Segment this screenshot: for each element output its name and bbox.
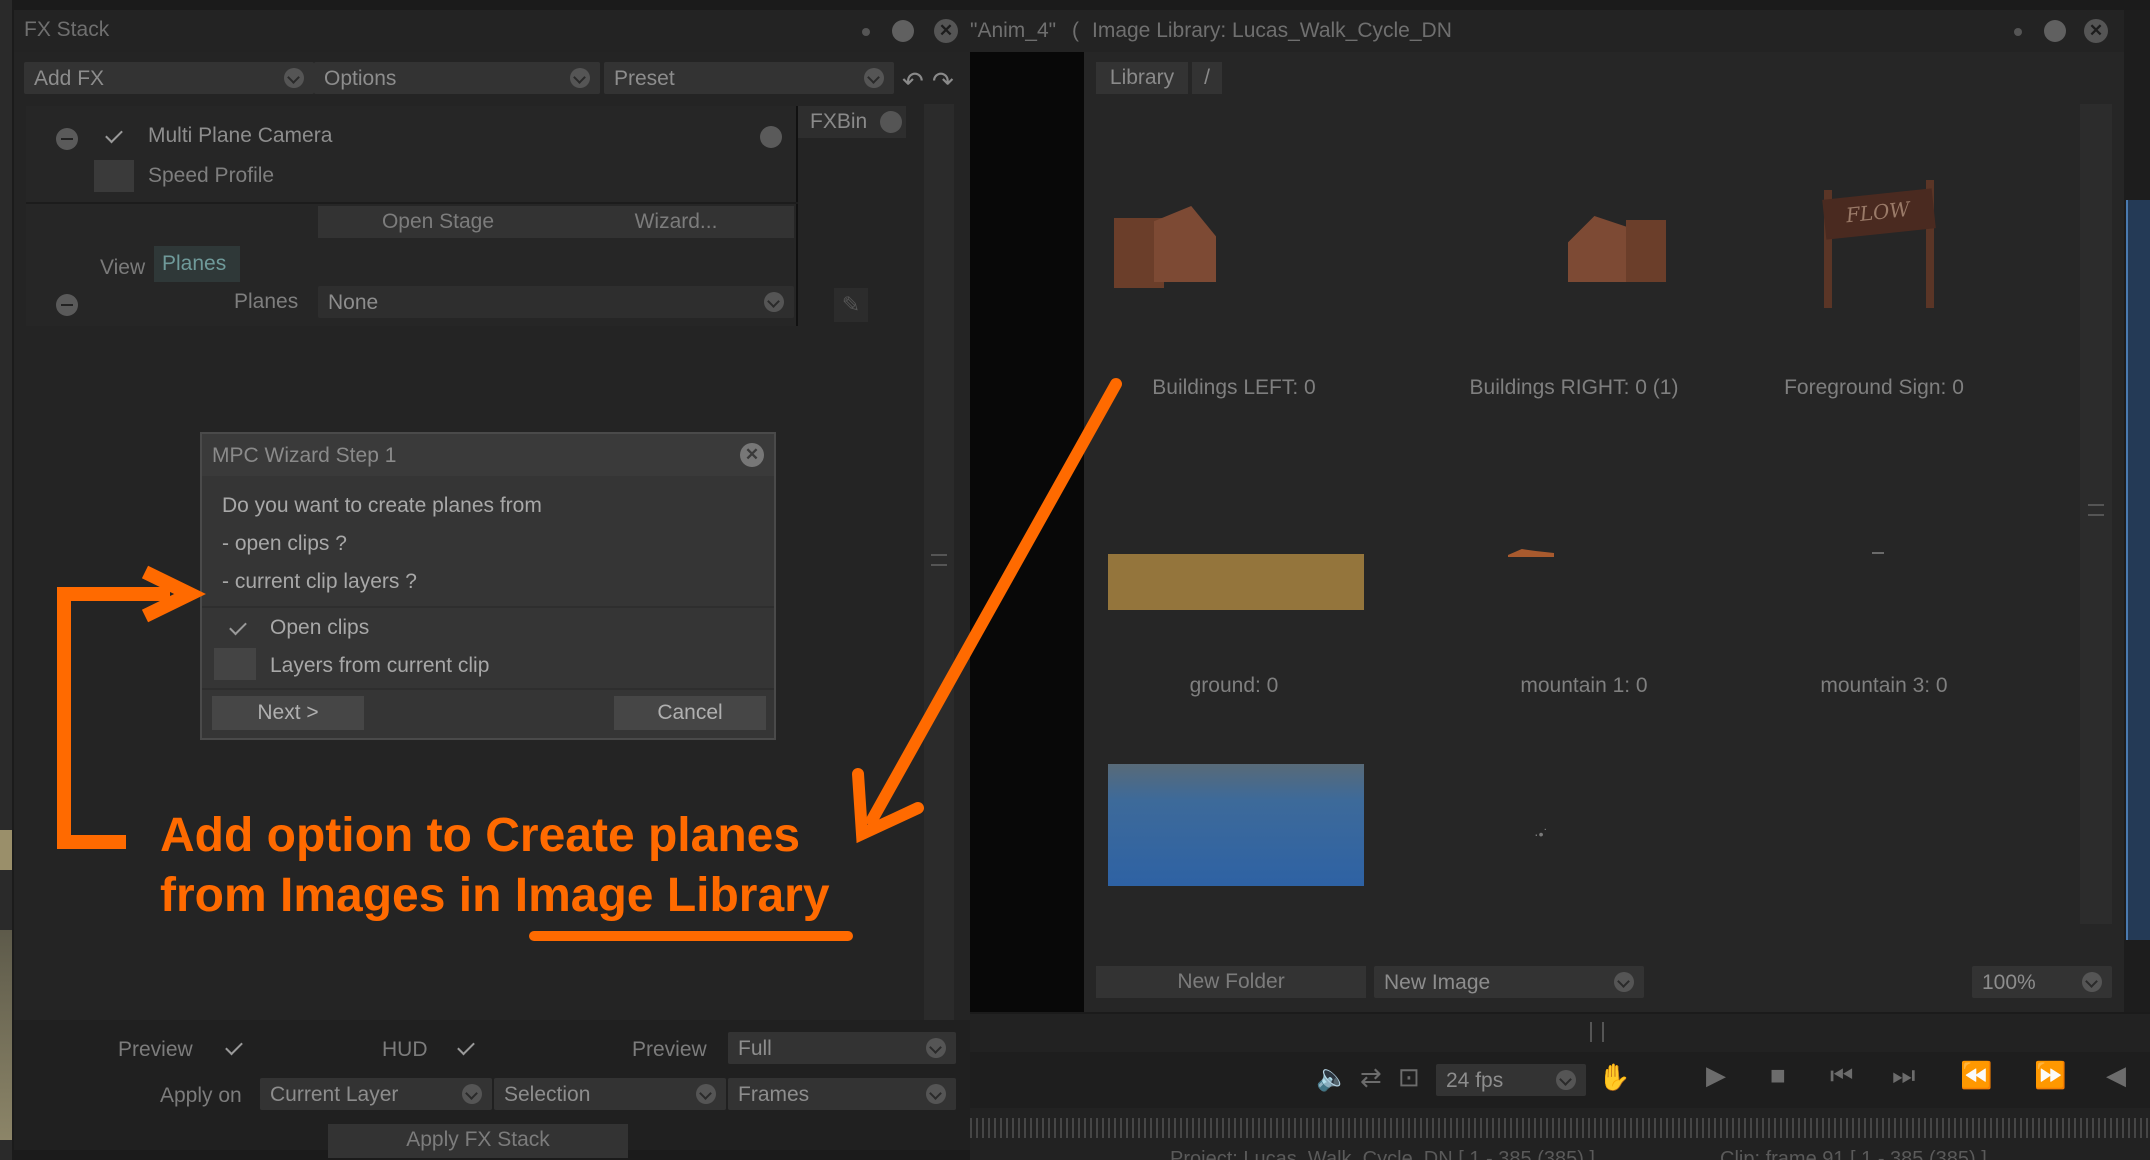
annotation-arrows	[57, 378, 1122, 941]
annotation-text-line1: Add option to Create planes	[160, 809, 801, 862]
diagonal-arrow	[866, 378, 1122, 826]
bracket-arrow	[57, 587, 170, 849]
annotation-text-underlined: Image Library	[514, 869, 830, 922]
annotation-text-prefix: from Images in	[160, 869, 515, 922]
annotation-text-line2: from Images in Image Library	[160, 868, 830, 923]
